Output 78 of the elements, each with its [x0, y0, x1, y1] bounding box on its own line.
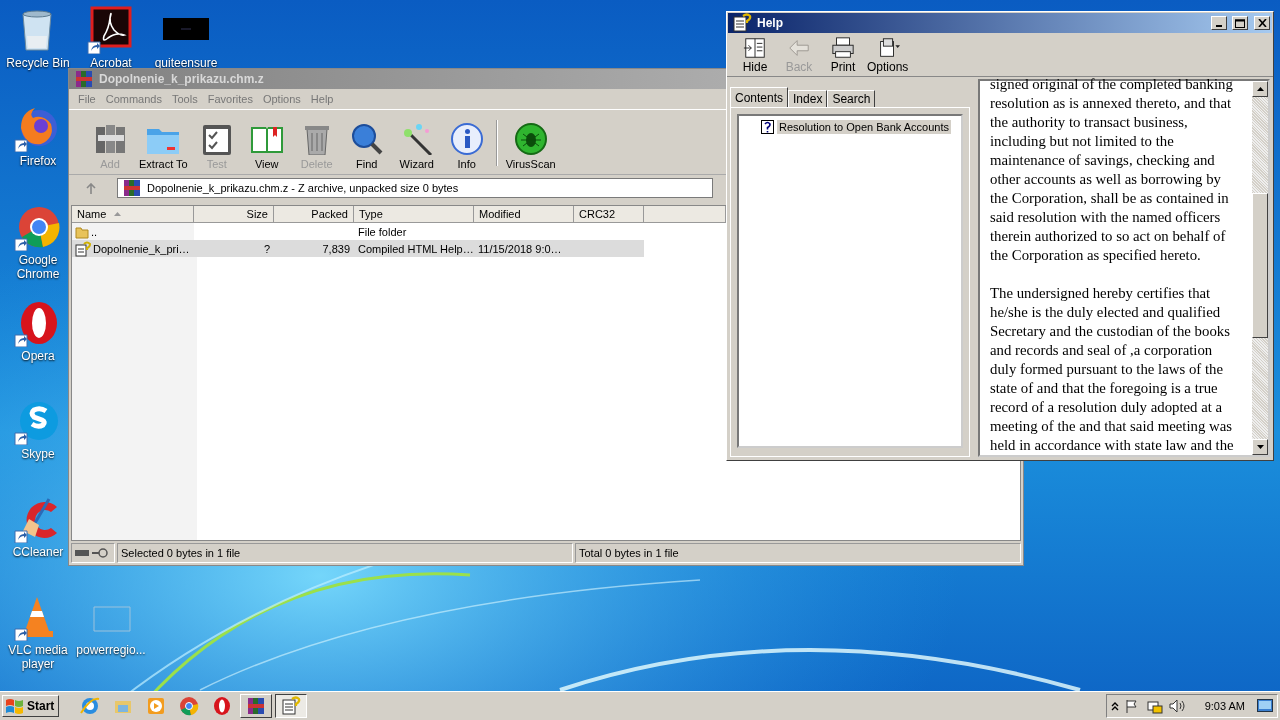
- icon-label: Firefox: [19, 154, 57, 168]
- tree-item[interactable]: Resolution to Open Bank Accounts: [777, 120, 951, 134]
- browser-icon: [79, 695, 102, 717]
- toolbar-button[interactable]: Info: [441, 121, 492, 170]
- up-arrow-icon: [86, 182, 96, 194]
- printer-icon: [829, 36, 857, 60]
- toolbar-button[interactable]: Extract To: [135, 121, 192, 170]
- key-icon: [92, 548, 108, 558]
- toolbar-button[interactable]: Options: [867, 36, 909, 74]
- toolbar-button[interactable]: Print: [823, 36, 863, 74]
- books-icon: [73, 68, 95, 90]
- status-text: Total 0 bytes in 1 file: [575, 543, 1021, 563]
- table-cell: 11/15/2018 9:0…: [478, 242, 562, 255]
- maximize-button[interactable]: [1232, 16, 1248, 30]
- table-cell: Compiled HTML Help…: [358, 242, 474, 255]
- drive-icon: [75, 550, 89, 556]
- icon-label: Recycle Bin: [6, 56, 70, 70]
- icon-label: powerregio...: [76, 643, 146, 657]
- column-header[interactable]: Modified: [474, 206, 574, 223]
- table-cell: 7,839: [322, 242, 350, 255]
- scroll-down-button[interactable]: [1252, 439, 1268, 455]
- volume-icon[interactable]: [1168, 699, 1187, 713]
- maximize-icon: [1235, 18, 1245, 28]
- column-header[interactable]: Type: [354, 206, 474, 223]
- column-header[interactable]: CRC32: [574, 206, 644, 223]
- window-title: Help: [757, 16, 784, 30]
- table-cell: File folder: [358, 225, 407, 238]
- paragraph: The undersigned hereby certifies that he/she is the duly elected and qualified Secretary and the custodian of the books and records and seal of ,a corporation duly formed pursuant to the laws of the state of and that the foregoing is a true record of a resolution duly adopted at a meeting of the and that said meeting was held in accordance with state law and the: [990, 284, 1235, 455]
- file-row[interactable]: Dopolnenie_k_pri… ? 7,839 Compiled HTML Help… 11/15/2018 9:0…: [72, 240, 644, 257]
- caret-down-icon: [1256, 445, 1264, 449]
- show-desktop-icon[interactable]: [1257, 699, 1273, 713]
- windows-logo-icon: [5, 697, 25, 715]
- icon-label: Google Chrome: [15, 253, 61, 281]
- status-text: Selected 0 bytes in 1 file: [117, 543, 573, 563]
- folder-icon: [75, 224, 89, 239]
- toolbar-button[interactable]: View: [241, 121, 292, 170]
- help-topic-icon: [761, 120, 774, 134]
- icon-label: VLC media player: [7, 643, 69, 671]
- icon-label: Opera: [21, 349, 55, 363]
- file-row[interactable]: .. File folder: [72, 223, 644, 240]
- tab[interactable]: Search: [827, 90, 876, 107]
- icon-label: Skype: [21, 447, 55, 461]
- clock[interactable]: 9:03 AM: [1204, 700, 1245, 712]
- table-cell: ..: [91, 225, 98, 238]
- toolbar-button[interactable]: Hide: [735, 36, 775, 74]
- network-icon[interactable]: [1146, 698, 1163, 714]
- column-header[interactable]: Name: [72, 206, 194, 223]
- bug-icon: [512, 121, 549, 155]
- toolbar-button[interactable]: VirusScan: [501, 121, 560, 170]
- column-header[interactable]: Packed: [274, 206, 354, 223]
- chevron-up-icon[interactable]: [1110, 701, 1119, 711]
- toolbar-button[interactable]: Find: [341, 121, 392, 170]
- tab[interactable]: Index: [788, 90, 828, 107]
- taskbar-button[interactable]: [275, 694, 308, 718]
- paragraph: signed original of the completed banking resolution as is annexed thereto, and that the authority to transact business, including but not limited to the maintenance of savings, checking and other accounts as well as borrowing by the Corporation, shall be as contained in said resolution with the named officers therein authorized to so act on behalf of the Corporation as specified hereto.: [990, 75, 1234, 265]
- info-icon: [448, 121, 485, 155]
- start-button[interactable]: Start: [2, 695, 60, 717]
- address-field[interactable]: Dopolnenie_k_prikazu.chm.z - Z archive, unpacked size 0 bytes: [117, 178, 713, 198]
- sort-icon: [114, 212, 122, 216]
- column-header[interactable]: Size: [194, 206, 274, 223]
- icon-label: quiteensure: [154, 56, 218, 70]
- window-title: Dopolnenie_k_prikazu.chm.z: [99, 72, 264, 86]
- minimize-button[interactable]: [1211, 16, 1227, 30]
- help-document-icon: [75, 240, 91, 257]
- icon-label: Acrobat: [90, 56, 132, 70]
- close-icon: [1257, 19, 1267, 27]
- close-button[interactable]: [1254, 16, 1270, 30]
- icon-label: CCleaner: [12, 545, 64, 559]
- scrollbar-thumb[interactable]: [1252, 193, 1268, 338]
- books-icon: [121, 177, 143, 199]
- table-cell: ?: [263, 242, 270, 255]
- scroll-up-button[interactable]: [1252, 81, 1268, 97]
- toolbar-button[interactable]: Wizard: [391, 121, 442, 170]
- help-document-icon: [280, 695, 303, 717]
- table-cell: Dopolnenie_k_pri…: [93, 242, 190, 255]
- caret-up-icon: [1256, 87, 1264, 91]
- circle-logo-icon: [178, 695, 201, 717]
- tab[interactable]: Contents: [730, 87, 789, 107]
